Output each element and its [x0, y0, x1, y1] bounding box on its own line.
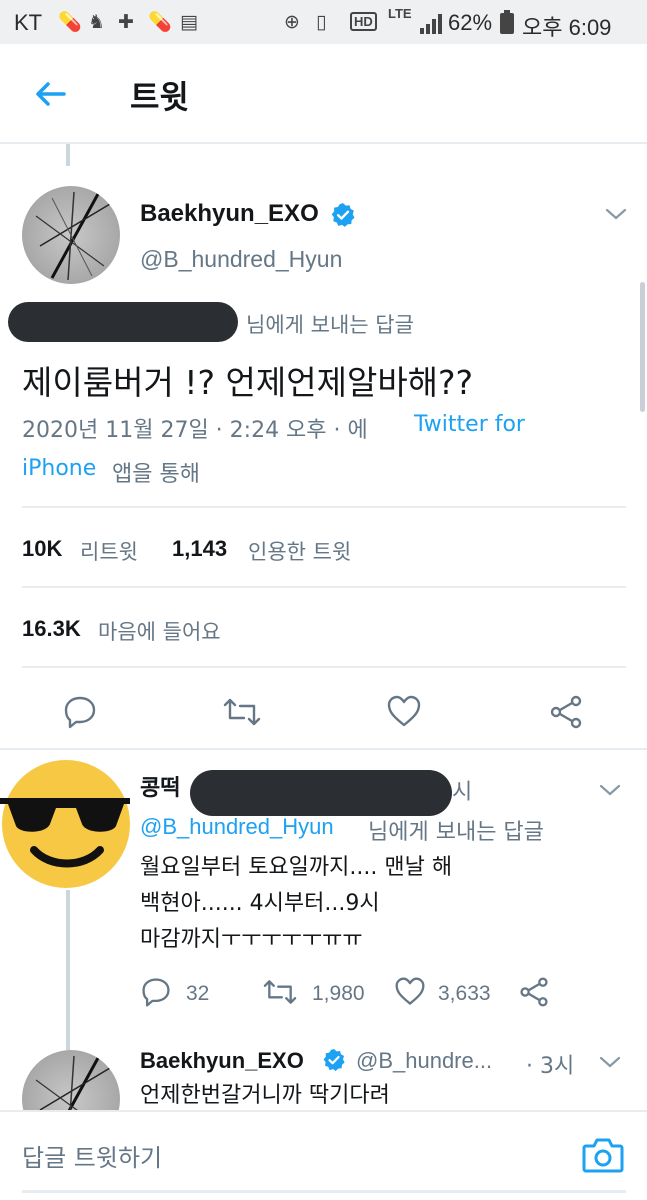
scrollbar[interactable]	[640, 282, 645, 412]
pill-icon: 💊	[58, 11, 82, 33]
like-icon[interactable]	[394, 976, 426, 1008]
retweet-count: 1,980	[312, 982, 365, 1005]
reply-text-line-2: 백현아...... 4시부터...9시	[140, 891, 380, 916]
source-link-2[interactable]: iPhone	[22, 456, 96, 481]
app-bar-divider	[0, 142, 647, 144]
tweet-timestamp: 2020년 11월 27일 · 2:24 오후 · 에	[22, 418, 368, 443]
thread-connector-line	[66, 144, 70, 166]
thread-connector-line	[66, 890, 70, 1050]
redacted-handle	[190, 770, 452, 816]
reply-time: 시	[452, 780, 473, 805]
divider	[22, 586, 626, 588]
next-author-name[interactable]: Baekhyun_EXO	[140, 1048, 304, 1074]
next-tweet-time: · 3시	[526, 1054, 575, 1079]
reply-icon[interactable]	[62, 694, 98, 730]
avatar[interactable]	[22, 186, 120, 284]
reply-text-line-1: 월요일부터 토요일까지.... 맨날 해	[140, 855, 453, 880]
verified-badge-icon	[323, 1049, 345, 1071]
page-title: 트윗	[130, 78, 189, 116]
reply-to-label: 님에게 보내는 답글	[246, 313, 414, 337]
divider	[22, 506, 626, 508]
chevron-down-icon[interactable]	[604, 206, 628, 222]
exo-logo-icon	[35, 191, 111, 281]
reply-text-line-3: 마감까지ㅜㅜㅜㅜㅜㅠㅠ	[140, 927, 363, 952]
chevron-down-icon[interactable]	[598, 782, 622, 798]
tweet-text: 제이룸버거 !? 언제언제알바해??	[22, 363, 474, 402]
app-notification-icon: ♞	[88, 11, 106, 33]
carrier-label: KT	[14, 10, 43, 35]
camera-icon[interactable]	[582, 1136, 624, 1174]
back-arrow-icon[interactable]	[28, 72, 72, 116]
verified-badge-icon	[331, 203, 355, 227]
compose-underline	[22, 1190, 626, 1193]
source-via-label: 앱을 통해	[112, 462, 200, 487]
share-icon[interactable]	[548, 694, 584, 730]
divider	[0, 748, 647, 750]
add-circle-icon: ⊕	[284, 11, 300, 33]
signal-icon	[420, 14, 442, 34]
retweet-icon[interactable]	[222, 694, 262, 730]
pill-icon-2: 💊	[148, 11, 172, 33]
vibrate-icon: ▯	[316, 11, 327, 33]
reply-to-handle[interactable]: @B_hundred_Hyun	[140, 814, 334, 840]
quotes-count[interactable]: 1,143	[172, 536, 227, 562]
quotes-label[interactable]: 인용한 트윗	[248, 536, 351, 566]
reply-to-label: 님에게 보내는 답글	[368, 820, 544, 845]
retweets-count[interactable]: 10K	[22, 536, 62, 562]
hd-voice-icon: HD	[350, 12, 377, 31]
author-name[interactable]: Baekhyun_EXO	[140, 200, 319, 228]
redacted-username	[8, 302, 238, 342]
reply-author-name[interactable]: 콩떡	[140, 770, 180, 802]
author-handle[interactable]: @B_hundred_Hyun	[140, 246, 342, 273]
likes-count[interactable]: 16.3K	[22, 616, 81, 642]
battery-icon	[500, 10, 514, 34]
chart-search-icon: ▤	[180, 11, 198, 33]
clock: 오후 6:09	[522, 15, 612, 40]
like-count: 3,633	[438, 982, 491, 1005]
battery-percent: 62%	[448, 10, 493, 35]
reply-count: 32	[186, 982, 210, 1005]
share-icon[interactable]	[518, 976, 550, 1008]
likes-label[interactable]: 마음에 들어요	[98, 616, 221, 646]
retweets-label[interactable]: 리트윗	[80, 536, 138, 566]
like-icon[interactable]	[386, 694, 422, 730]
app-bar: 트윗	[0, 44, 647, 144]
sunglasses-emoji-avatar[interactable]	[0, 758, 132, 890]
health-icon: ✚	[118, 11, 134, 33]
retweet-icon[interactable]	[262, 976, 298, 1008]
source-link[interactable]: Twitter for	[414, 412, 525, 437]
next-author-handle[interactable]: @B_hundre...	[356, 1048, 492, 1074]
reply-compose-input[interactable]: 답글 트윗하기	[22, 1138, 162, 1173]
next-tweet-text: 언제한번갈거니까 딱기다려	[140, 1083, 390, 1108]
lte-label: LTE	[388, 6, 412, 21]
reply-icon[interactable]	[140, 976, 172, 1008]
chevron-down-icon[interactable]	[598, 1054, 622, 1070]
divider	[22, 666, 626, 668]
